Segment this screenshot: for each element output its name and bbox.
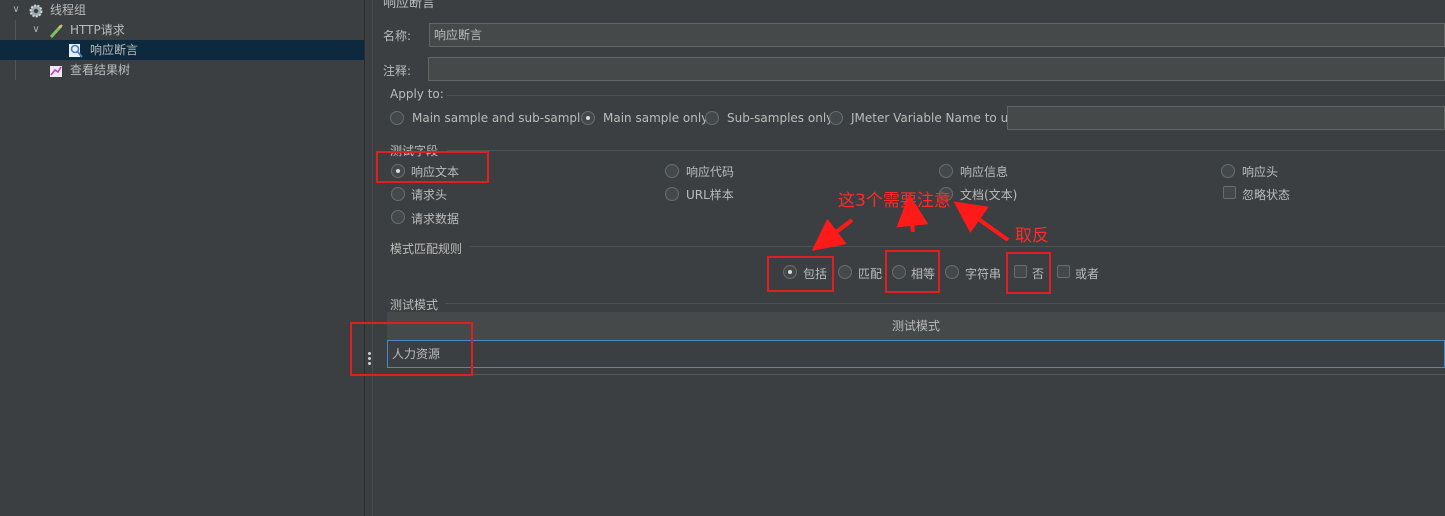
annotation-arrow bbox=[953, 201, 1010, 242]
annotation-arrows bbox=[811, 194, 1010, 251]
annotation-arrow bbox=[896, 194, 929, 233]
annotation-arrow bbox=[811, 218, 854, 251]
